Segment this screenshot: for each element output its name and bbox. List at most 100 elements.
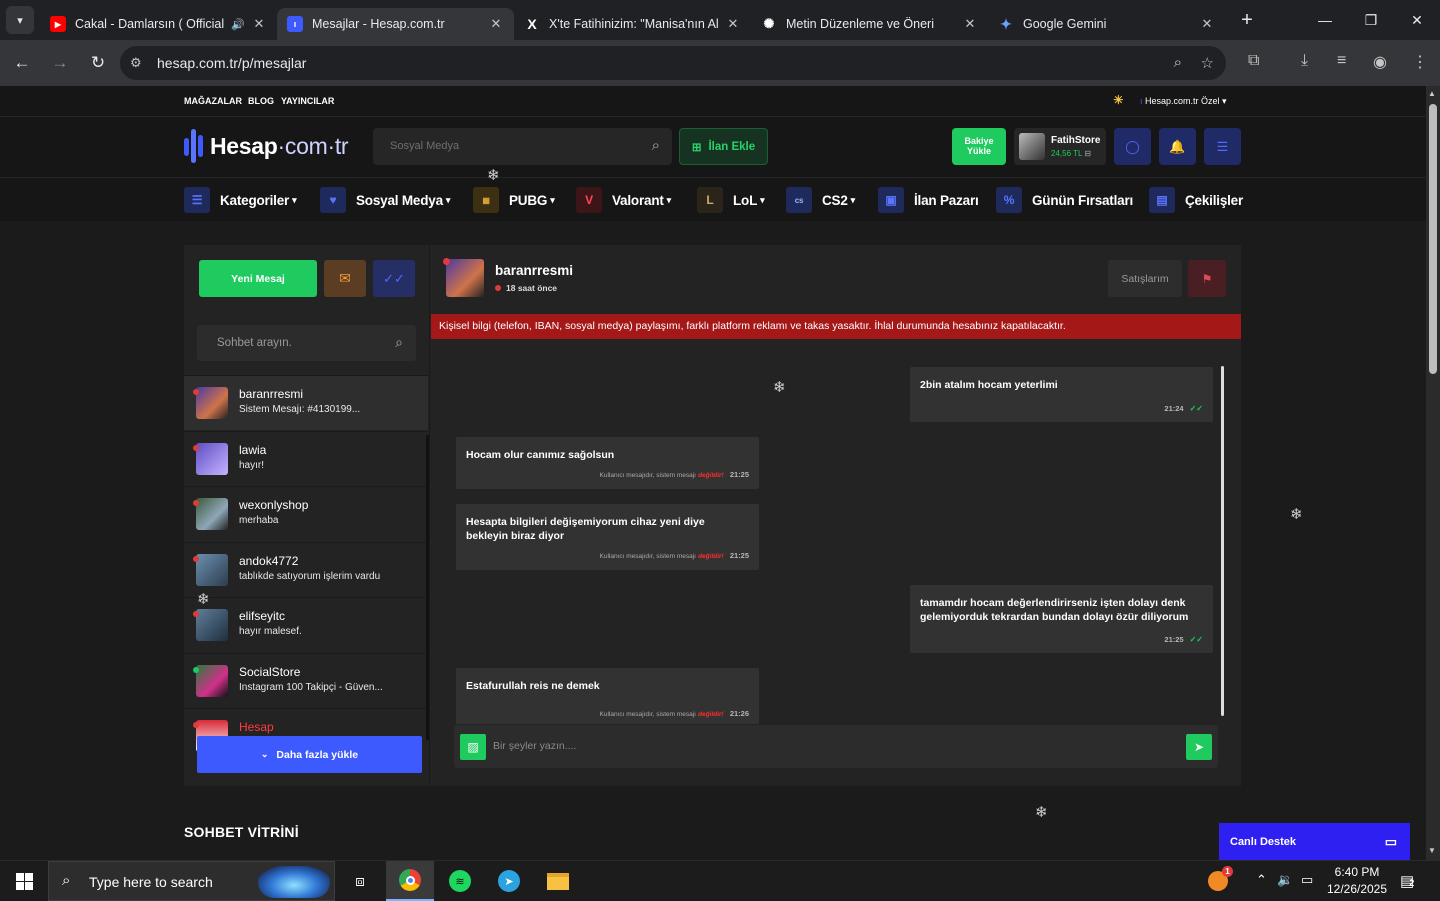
mark-read-icon[interactable]: ✓✓ [373,260,415,297]
special-menu[interactable]: ı Hesap.com.tr Özel ▾ [1140,96,1227,107]
nav-cs2[interactable]: cs CS2 ▾ [786,187,855,213]
restore-button[interactable]: ❐ [1348,0,1394,40]
avatar[interactable] [446,259,484,297]
conversation-item[interactable]: baranrresmi Sistem Mesajı: #4130199... [184,375,428,430]
minimize-button[interactable]: — [1302,0,1348,40]
conversation-item[interactable]: lawia hayır! [184,430,428,486]
link-magazalar[interactable]: MAĞAZALAR [184,96,242,106]
top-link-strip: MAĞAZALAR BLOG YAYINCILAR ☀ ı Hesap.com.… [0,86,1426,117]
forward-icon[interactable]: → [44,47,76,79]
gemini-icon: ✦ [1000,15,1012,32]
taskbar-search-input[interactable]: ⌕ Type here to search [48,861,335,901]
network-icon[interactable]: ▭ [1301,872,1313,888]
tab-mesajlar[interactable]: ı Mesajlar - Hesap.com.tr ✕ [277,8,514,40]
bell-icon[interactable]: 🔔 [1159,128,1196,165]
close-window-button[interactable]: ✕ [1394,0,1440,40]
back-icon[interactable]: ← [6,47,38,79]
theme-toggle-icon[interactable]: ☀ [1113,93,1124,107]
snowflake-icon: ❄ [1290,506,1303,523]
double-check-icon: ✓✓ [1189,635,1203,644]
tab-gemini[interactable]: ✦ Google Gemini ✕ [988,8,1225,40]
sales-button[interactable]: Satışlarım [1108,260,1182,297]
task-view-icon[interactable]: ⧈ [336,861,384,901]
ilan-ekle-button[interactable]: ⊞ İlan Ekle [679,128,768,165]
nav-gunun-firsatlari[interactable]: % Günün Fırsatları [996,187,1133,213]
close-tab-icon[interactable]: ✕ [251,16,267,32]
bookmark-star-icon[interactable]: ☆ [1201,54,1214,72]
close-tab-icon[interactable]: ✕ [1199,16,1215,32]
download-icon[interactable]: ⤓ [1301,52,1308,70]
status-dot [443,258,450,265]
avatar [196,609,228,641]
speaker-icon[interactable]: 🔊 [231,18,245,31]
telegram-icon[interactable]: ➤ [485,861,533,901]
nav-sosyal-medya[interactable]: ♥ Sosyal Medya ▾ [320,187,450,213]
message-input[interactable]: Bir şeyler yazın.... [493,740,576,752]
address-bar[interactable]: ⚙ hesap.com.tr/p/mesajlar ⌕ ☆ [120,46,1226,80]
site-search-input[interactable]: Sosyal Medya ⌕ [373,128,672,165]
nav-lol[interactable]: L LoL ▾ [697,187,765,213]
search-icon[interactable]: ⌕ [395,334,403,351]
taskbar-clock[interactable]: 6:40 PM 12/26/2025 [1318,864,1396,898]
tab-chatgpt[interactable]: ✺ Metin Düzenleme ve Öneri ✕ [751,8,988,40]
chevron-up-icon[interactable]: ⌃ [1256,872,1267,888]
extensions-icon[interactable]: ⧉ [1248,52,1259,70]
zoom-icon[interactable]: ⌕ [1174,54,1182,71]
close-tab-icon[interactable]: ✕ [725,16,741,32]
conversation-item[interactable]: andok4772 tablıkde satıyorum işlerim vard… [184,541,428,597]
mail-icon[interactable]: ✉ [324,260,366,297]
status-dot [193,555,199,562]
reload-icon[interactable]: ↻ [82,47,114,79]
menu-dots-icon[interactable]: ⋮ [1412,52,1428,72]
tray-app-icon[interactable]: 1 [1196,861,1240,901]
nav-ilan-pazari[interactable]: ▣ İlan Pazarı [878,187,979,213]
valorant-icon: V [576,187,602,213]
site-info-icon[interactable]: ⚙ [130,55,150,71]
page-scrollbar[interactable]: ▲ ▼ [1426,86,1440,860]
category-nav: ☰ Kategoriler ▾ ♥ Sosyal Medya ▾ ▦ PUBG ▾ V Val… [0,177,1426,221]
load-more-button[interactable]: ⌄ Daha fazla yükle [197,736,422,773]
user-account-box[interactable]: FatihStore 24,56 TL ⊟ [1014,128,1106,165]
chat-search-input[interactable]: Sohbet arayın. ⌕ [197,325,416,361]
nav-kategoriler[interactable]: ☰ Kategoriler ▾ [184,187,297,213]
nav-valorant[interactable]: V Valorant ▾ [576,187,671,213]
report-flag-icon[interactable]: ⚑ [1188,260,1226,297]
new-message-button[interactable]: Yeni Mesaj [199,260,317,297]
tab-youtube[interactable]: ▶ Cakal - Damlarsın ( Official 🔊 ✕ [40,8,277,40]
notification-icon[interactable]: ▤2 [1400,872,1414,890]
tab-search-button[interactable]: ▾ [6,6,34,34]
file-explorer-icon[interactable] [534,861,582,901]
site-logo[interactable]: Hesap·com·tr [184,129,349,163]
close-tab-icon[interactable]: ✕ [962,16,978,32]
messages-icon[interactable]: ◯ [1114,128,1151,165]
link-yayincilar[interactable]: YAYINCILAR [281,96,334,106]
x-icon: X [527,16,537,32]
send-icon[interactable]: ➤ [1186,734,1212,760]
spotify-icon[interactable]: ≋ [436,861,484,901]
image-upload-icon[interactable]: ▨ [460,734,486,760]
new-tab-button[interactable]: + [1233,6,1261,34]
tab-x[interactable]: X X'te Fatihinizim: "Manisa'nın Al ✕ [514,8,751,40]
avatar [196,553,228,586]
hamburger-icon[interactable]: ☰ [1204,128,1241,165]
double-check-icon: ✓✓ [1189,404,1203,413]
conversation-item[interactable]: SocialStore Instagram 100 Takipçi - Güven… [184,652,428,708]
live-support-button[interactable]: Canlı Destek ▭ [1219,823,1410,860]
conversation-item[interactable]: elifseyitc hayır malesef. [184,597,428,652]
nav-pubg[interactable]: ▦ PUBG ▾ [473,187,555,213]
bakiye-yukle-button[interactable]: Bakiye Yükle [952,128,1006,165]
nav-cekilisler[interactable]: ▤ Çekilişler [1149,187,1243,213]
chrome-icon[interactable] [386,861,434,901]
link-blog[interactable]: BLOG [248,96,274,106]
snowflake-icon: ❄ [1035,804,1048,821]
profile-icon[interactable]: ◉ [1373,52,1387,72]
media-control-icon[interactable]: ≡ [1337,52,1346,70]
conversation-item[interactable]: wexonlyshop merhaba [184,486,428,541]
windows-start-icon[interactable] [0,861,48,901]
close-tab-icon[interactable]: ✕ [488,16,504,32]
message-scrollbar[interactable] [1221,366,1224,716]
conversation-scrollbar[interactable] [426,435,429,740]
volume-icon[interactable]: 🔉 [1277,872,1293,888]
scrollbar-thumb[interactable] [1429,104,1437,374]
search-icon[interactable]: ⌕ [652,137,660,154]
